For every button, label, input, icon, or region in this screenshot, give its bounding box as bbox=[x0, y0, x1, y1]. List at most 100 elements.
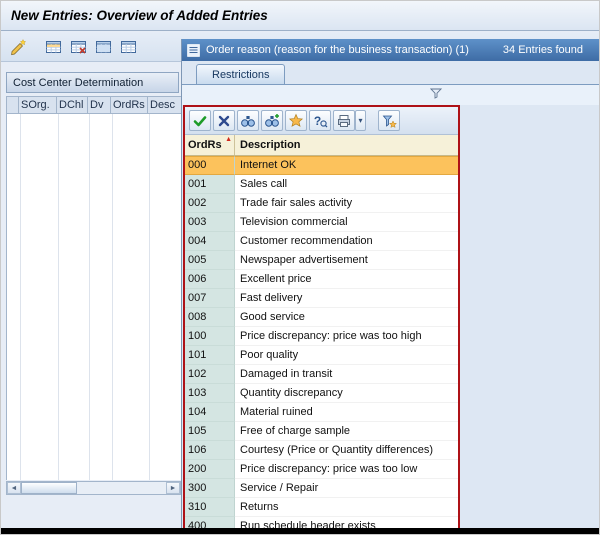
table-row[interactable]: 003 Television commercial bbox=[185, 213, 458, 232]
scrollbar-track[interactable] bbox=[77, 482, 166, 494]
table-row[interactable]: 101 Poor quality bbox=[185, 346, 458, 365]
description-cell[interactable]: Newspaper advertisement bbox=[235, 251, 458, 270]
left-table-hscrollbar[interactable]: ◄ ► bbox=[6, 481, 181, 495]
ordrs-cell[interactable]: 105 bbox=[185, 422, 235, 441]
ordrs-cell[interactable]: 006 bbox=[185, 270, 235, 289]
ordrs-cell[interactable]: 104 bbox=[185, 403, 235, 422]
cancel-icon[interactable] bbox=[213, 110, 235, 131]
table-row[interactable]: 001 Sales call bbox=[185, 175, 458, 194]
deselect-all-icon[interactable] bbox=[118, 36, 140, 58]
description-cell[interactable]: Sales call bbox=[235, 175, 458, 194]
scrollbar-thumb[interactable] bbox=[21, 482, 77, 494]
table-row[interactable]: 310 Returns bbox=[185, 498, 458, 517]
tab-restrictions[interactable]: Restrictions bbox=[196, 64, 285, 84]
left-column-header-dchl[interactable]: DChl bbox=[57, 96, 88, 114]
ordrs-cell[interactable]: 200 bbox=[185, 460, 235, 479]
tab-restrictions-label: Restrictions bbox=[212, 69, 269, 81]
ordrs-cell[interactable]: 001 bbox=[185, 175, 235, 194]
column-header-ordrs[interactable]: OrdRs ▲ bbox=[185, 135, 235, 155]
description-cell[interactable]: Run schedule header exists bbox=[235, 517, 458, 528]
table-row[interactable]: 004 Customer recommendation bbox=[185, 232, 458, 251]
table-row[interactable]: 105 Free of charge sample bbox=[185, 422, 458, 441]
table-row[interactable]: 005 Newspaper advertisement bbox=[185, 251, 458, 270]
ordrs-cell[interactable]: 103 bbox=[185, 384, 235, 403]
description-cell[interactable]: Service / Repair bbox=[235, 479, 458, 498]
new-entries-icon[interactable] bbox=[7, 36, 29, 58]
ordrs-cell[interactable]: 400 bbox=[185, 517, 235, 528]
description-cell[interactable]: Price discrepancy: price was too low bbox=[235, 460, 458, 479]
find-next-icon[interactable] bbox=[261, 110, 283, 131]
scroll-left-icon[interactable]: ◄ bbox=[7, 482, 21, 494]
continue-icon[interactable] bbox=[189, 110, 211, 131]
description-cell[interactable]: Excellent price bbox=[235, 270, 458, 289]
ordrs-cell[interactable]: 106 bbox=[185, 441, 235, 460]
description-cell[interactable]: Good service bbox=[235, 308, 458, 327]
description-cell[interactable]: Television commercial bbox=[235, 213, 458, 232]
description-cell[interactable]: Internet OK bbox=[235, 156, 458, 175]
table-row[interactable]: 000 Internet OK bbox=[185, 156, 458, 175]
ordrs-cell[interactable]: 003 bbox=[185, 213, 235, 232]
table-row[interactable]: 007 Fast delivery bbox=[185, 289, 458, 308]
table-row[interactable]: 106 Courtesy (Price or Quantity differen… bbox=[185, 441, 458, 460]
ordrs-cell[interactable]: 000 bbox=[185, 156, 235, 175]
description-cell[interactable]: Material ruined bbox=[235, 403, 458, 422]
search-help-icon[interactable]: ? bbox=[309, 110, 331, 131]
ordrs-cell[interactable]: 101 bbox=[185, 346, 235, 365]
description-cell[interactable]: Fast delivery bbox=[235, 289, 458, 308]
ordrs-cell[interactable]: 102 bbox=[185, 365, 235, 384]
dialog-titlebar[interactable]: Order reason (reason for the business tr… bbox=[182, 39, 600, 61]
page-title: New Entries: Overview of Added Entries bbox=[11, 8, 268, 23]
dialog-entries-count: 34 Entries found bbox=[503, 44, 583, 56]
ordrs-cell[interactable]: 004 bbox=[185, 232, 235, 251]
delete-row-icon[interactable] bbox=[68, 36, 90, 58]
left-column-header-dv[interactable]: Dv bbox=[88, 96, 111, 114]
description-cell[interactable]: Customer recommendation bbox=[235, 232, 458, 251]
find-icon[interactable] bbox=[237, 110, 259, 131]
left-column-header-sorg[interactable]: SOrg. bbox=[19, 96, 57, 114]
table-row[interactable]: 100 Price discrepancy: price was too hig… bbox=[185, 327, 458, 346]
left-panel-title: Cost Center Determination bbox=[13, 77, 143, 89]
ordrs-cell[interactable]: 007 bbox=[185, 289, 235, 308]
personal-value-list-icon[interactable] bbox=[378, 110, 400, 131]
ordrs-cell[interactable]: 008 bbox=[185, 308, 235, 327]
table-row[interactable]: 102 Damaged in transit bbox=[185, 365, 458, 384]
description-cell[interactable]: Returns bbox=[235, 498, 458, 517]
value-list-table: OrdRs ▲ Description 000 Internet OK 001 … bbox=[185, 135, 458, 528]
left-table-header: SOrg.DChlDvOrdRsDesc bbox=[6, 96, 194, 114]
select-all-icon[interactable] bbox=[93, 36, 115, 58]
print-dropdown-icon[interactable]: ▾ bbox=[355, 110, 366, 131]
table-row[interactable]: 104 Material ruined bbox=[185, 403, 458, 422]
ordrs-cell[interactable]: 310 bbox=[185, 498, 235, 517]
print-icon[interactable] bbox=[333, 110, 355, 131]
description-cell[interactable]: Price discrepancy: price was too high bbox=[235, 327, 458, 346]
grid-line bbox=[89, 114, 90, 480]
description-cell[interactable]: Quantity discrepancy bbox=[235, 384, 458, 403]
table-row[interactable]: 200 Price discrepancy: price was too low bbox=[185, 460, 458, 479]
filter-funnel-icon[interactable] bbox=[430, 88, 442, 99]
ordrs-cell[interactable]: 300 bbox=[185, 479, 235, 498]
add-to-personal-list-icon[interactable] bbox=[285, 110, 307, 131]
left-column-header-select[interactable] bbox=[6, 96, 19, 114]
left-column-header-ordrs[interactable]: OrdRs bbox=[111, 96, 148, 114]
scroll-right-icon[interactable]: ► bbox=[166, 482, 180, 494]
description-cell[interactable]: Damaged in transit bbox=[235, 365, 458, 384]
column-header-description[interactable]: Description bbox=[235, 135, 458, 155]
dialog-toolbar: ?▾ bbox=[185, 107, 458, 135]
ordrs-cell[interactable]: 002 bbox=[185, 194, 235, 213]
table-row[interactable]: 006 Excellent price bbox=[185, 270, 458, 289]
table-row[interactable]: 400 Run schedule header exists bbox=[185, 517, 458, 528]
description-cell[interactable]: Free of charge sample bbox=[235, 422, 458, 441]
description-cell[interactable]: Poor quality bbox=[235, 346, 458, 365]
sap-window: New Entries: Overview of Added Entries C… bbox=[0, 0, 600, 535]
left-panel-header: Cost Center Determination bbox=[6, 72, 179, 93]
left-table-body[interactable] bbox=[6, 114, 181, 480]
copy-as-icon[interactable] bbox=[43, 36, 65, 58]
table-row[interactable]: 002 Trade fair sales activity bbox=[185, 194, 458, 213]
description-cell[interactable]: Trade fair sales activity bbox=[235, 194, 458, 213]
ordrs-cell[interactable]: 100 bbox=[185, 327, 235, 346]
table-row[interactable]: 103 Quantity discrepancy bbox=[185, 384, 458, 403]
table-row[interactable]: 300 Service / Repair bbox=[185, 479, 458, 498]
description-cell[interactable]: Courtesy (Price or Quantity differences) bbox=[235, 441, 458, 460]
table-row[interactable]: 008 Good service bbox=[185, 308, 458, 327]
ordrs-cell[interactable]: 005 bbox=[185, 251, 235, 270]
